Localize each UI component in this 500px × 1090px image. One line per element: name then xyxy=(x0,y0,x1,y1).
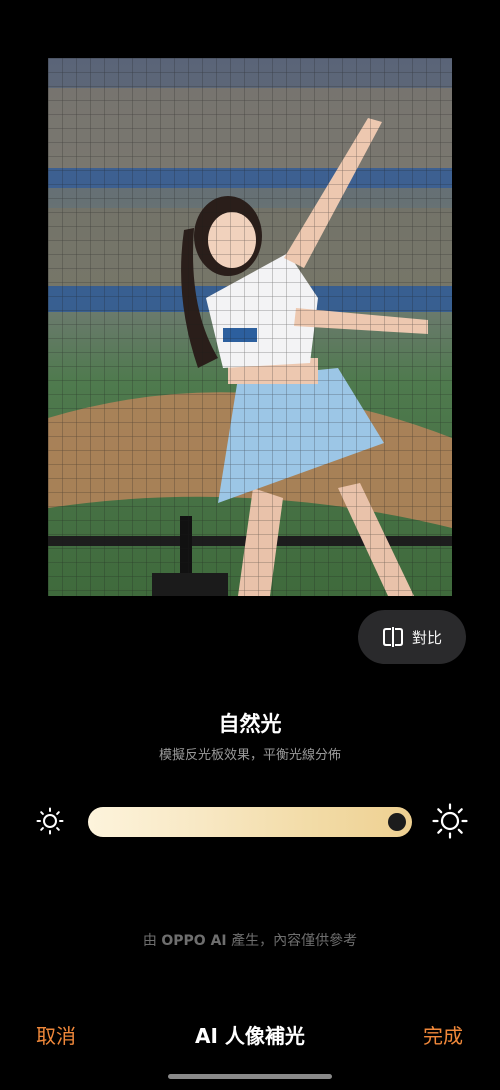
ai-note-suffix: 產生，內容僅供參考 xyxy=(226,933,358,949)
compare-button[interactable]: 對比 xyxy=(358,610,466,664)
ai-note-prefix: 由 xyxy=(142,933,162,949)
cancel-button[interactable]: 取消 xyxy=(36,1020,76,1049)
sun-small-icon xyxy=(36,807,64,835)
done-button[interactable]: 完成 xyxy=(423,1020,463,1049)
ai-disclaimer: 由 OPPO AI 產生，內容僅供參考 xyxy=(0,930,500,950)
photo-illustration xyxy=(48,58,452,596)
ai-note-brand: OPPO AI xyxy=(161,933,227,949)
sun-large-icon xyxy=(432,803,468,839)
slider-thumb[interactable] xyxy=(388,813,406,831)
effect-title: 自然光 xyxy=(218,712,282,736)
compare-icon xyxy=(382,626,404,648)
portrait-photo xyxy=(48,58,452,596)
home-indicator[interactable] xyxy=(168,1074,332,1079)
brightness-slider[interactable] xyxy=(88,807,412,837)
effect-description: 模擬反光板效果，平衡光線分佈 xyxy=(158,748,341,763)
compare-label: 對比 xyxy=(411,628,442,647)
